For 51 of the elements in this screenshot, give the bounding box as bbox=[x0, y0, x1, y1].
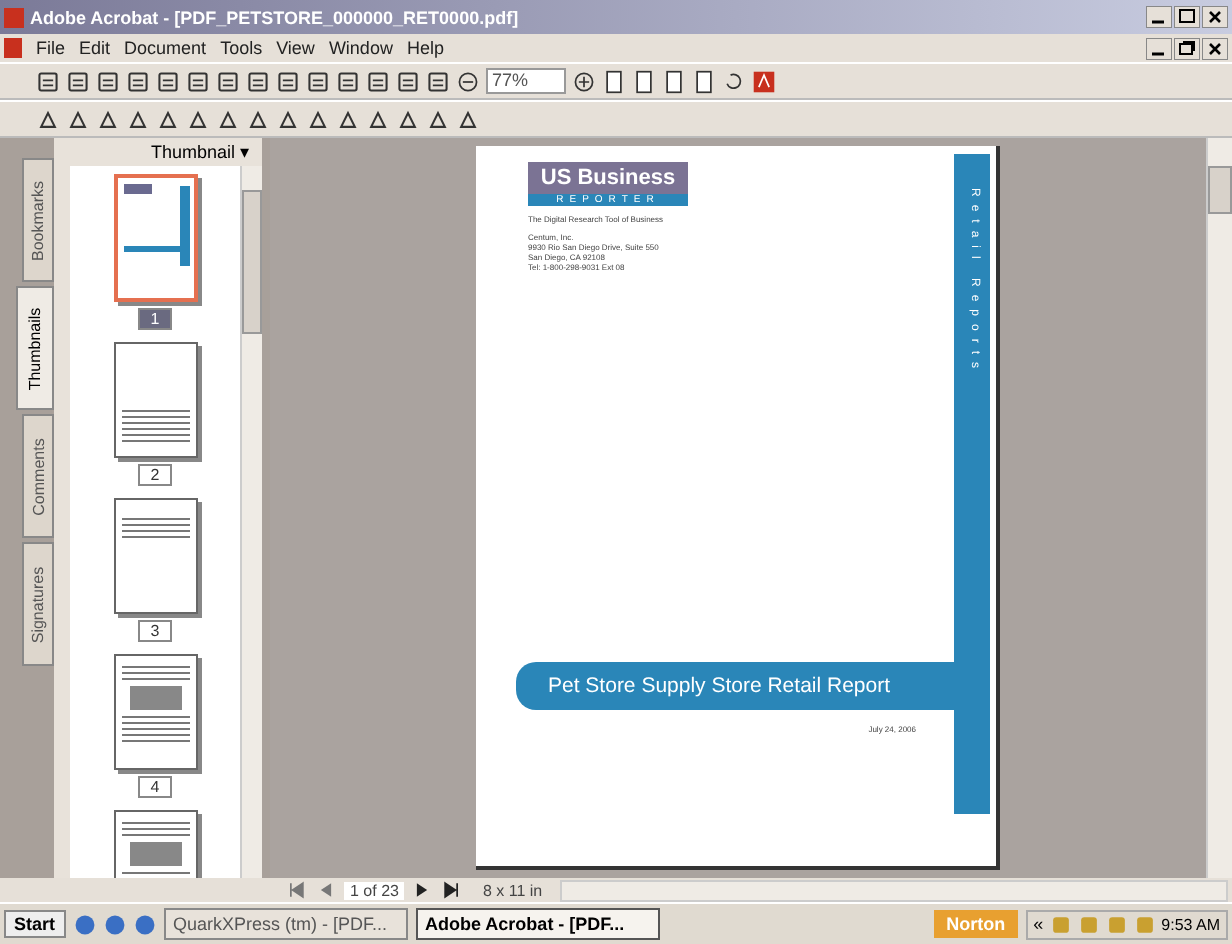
zoom-in-icon[interactable] bbox=[572, 69, 596, 93]
page-thumbnail[interactable] bbox=[113, 654, 197, 770]
zoom-field[interactable]: 77% bbox=[486, 68, 566, 94]
menu-item[interactable]: File bbox=[36, 38, 66, 58]
panel-tab[interactable]: Bookmarks bbox=[22, 158, 54, 282]
page-number: 1 bbox=[138, 308, 172, 330]
quick-launch-icon[interactable] bbox=[133, 913, 156, 935]
page-view-icon[interactable] bbox=[662, 69, 686, 93]
menu-item[interactable]: Window bbox=[328, 38, 393, 58]
page-thumbnail[interactable] bbox=[113, 174, 197, 302]
window-title: Adobe Acrobat - [PDF_PETSTORE_000000_RET0000.pdf] bbox=[30, 7, 519, 27]
tray-expand-button[interactable]: « bbox=[1033, 914, 1044, 934]
report-title: Pet Store Supply Store Retail Report bbox=[548, 674, 891, 698]
scrollbar[interactable] bbox=[1206, 138, 1232, 878]
rotate-icon[interactable] bbox=[722, 69, 746, 93]
quick-launch-icon[interactable] bbox=[103, 913, 126, 935]
panel-tab[interactable]: Signatures bbox=[22, 542, 54, 666]
menu-item[interactable]: Document bbox=[124, 38, 207, 58]
clock: 9:53 AM bbox=[1161, 915, 1220, 933]
start-button[interactable]: Start bbox=[4, 910, 66, 938]
acrobat-logo-icon[interactable] bbox=[752, 69, 776, 93]
panel-tab[interactable]: Thumbnails bbox=[16, 286, 54, 410]
page-size: 8 x 11 in bbox=[480, 881, 545, 899]
scrollbar[interactable] bbox=[240, 166, 262, 878]
restore-button[interactable] bbox=[1174, 37, 1200, 59]
horizontal-scrollbar[interactable] bbox=[560, 879, 1228, 901]
page-view-icon[interactable] bbox=[692, 69, 716, 93]
close-button[interactable] bbox=[1202, 6, 1228, 28]
minimize-button[interactable] bbox=[1146, 37, 1172, 59]
menu-item[interactable]: Help bbox=[406, 38, 444, 58]
panel-tab[interactable]: Comments bbox=[22, 414, 54, 538]
page-view-icon[interactable] bbox=[602, 69, 626, 93]
close-button[interactable] bbox=[1202, 37, 1228, 59]
page-field[interactable]: 1 of 23 bbox=[344, 881, 405, 899]
page-number: 2 bbox=[138, 464, 172, 486]
page-thumbnail[interactable] bbox=[113, 498, 197, 614]
menu-item[interactable]: View bbox=[276, 38, 315, 58]
minimize-button[interactable] bbox=[1146, 6, 1172, 28]
acrobat-icon bbox=[4, 7, 24, 27]
quick-launch-icon[interactable] bbox=[73, 913, 96, 935]
maximize-button[interactable] bbox=[1174, 6, 1200, 28]
taskbar-button[interactable]: QuarkXPress (tm) - [PDF... bbox=[163, 908, 408, 940]
taskbar-button[interactable]: Adobe Acrobat - [PDF... bbox=[415, 908, 660, 940]
zoom-out-icon[interactable] bbox=[456, 69, 480, 93]
page-number: 3 bbox=[138, 620, 172, 642]
page-view-icon[interactable] bbox=[632, 69, 656, 93]
page-thumbnail[interactable] bbox=[113, 342, 197, 458]
panel-title[interactable]: Thumbnail ▾ bbox=[150, 142, 250, 162]
menu-item[interactable]: Tools bbox=[220, 38, 263, 58]
page-number: 4 bbox=[138, 776, 172, 798]
menu-item[interactable]: Edit bbox=[79, 38, 111, 58]
